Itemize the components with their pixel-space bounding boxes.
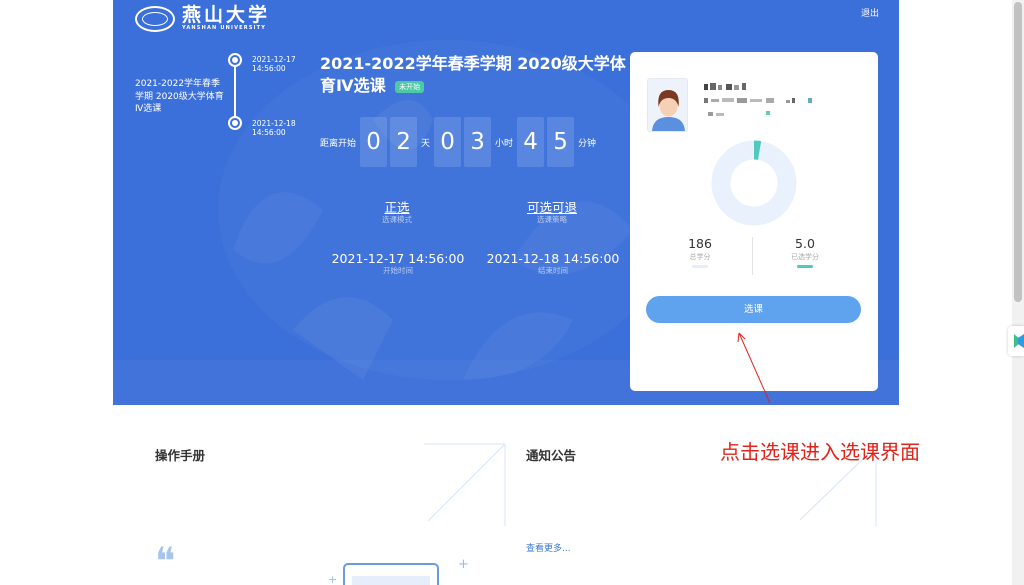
- timeline-end-date: 2021-12-18: [252, 119, 296, 128]
- start-time-label: 开始时间: [383, 266, 413, 275]
- university-logo[interactable]: 燕山大学 YANSHAN UNIVERSITY: [135, 5, 270, 32]
- student-avatar-icon: [648, 79, 687, 131]
- selection-strategy-label: 选课策略: [537, 215, 567, 224]
- course-title: 2021-2022学年春季学期 2020级大学体育Ⅳ选课 未开始: [320, 53, 626, 97]
- svg-text:+: +: [458, 557, 469, 572]
- timeline-end-time: 14:56:00: [252, 128, 286, 137]
- selected-credits-value: 5.0: [795, 236, 815, 251]
- total-credits-stat: 186 总学分: [665, 236, 735, 268]
- countdown-digit: 5: [547, 117, 575, 167]
- total-credits-value: 186: [688, 236, 712, 251]
- scrollbar-thumb[interactable]: [1014, 2, 1022, 302]
- hero-banner: 燕山大学 YANSHAN UNIVERSITY 退出 2021-12-17 14…: [113, 0, 899, 405]
- page-scrollbar[interactable]: [1012, 0, 1024, 585]
- timeline-end-dot-icon: [228, 116, 242, 130]
- status-badge: 未开始: [395, 80, 425, 93]
- selected-credits-bar: [797, 265, 813, 268]
- student-info-masked: [704, 83, 812, 116]
- selection-strategy: 可选可退 选课策略: [490, 200, 614, 225]
- end-time-value: 2021-12-18 14:56:00: [486, 251, 620, 266]
- view-more-link[interactable]: 查看更多...: [526, 541, 571, 554]
- selection-mode: 正选 选课模式: [335, 200, 459, 225]
- selection-mode-value: 正选: [384, 200, 410, 215]
- annotation-text: 点击选课进入选课界面: [720, 440, 920, 464]
- countdown-digit: 4: [517, 117, 545, 167]
- timeline-start-dot-icon: [228, 53, 242, 67]
- timeline-start-date: 2021-12-17: [252, 55, 296, 64]
- selection-mode-label: 选课模式: [382, 215, 412, 224]
- svg-text:+: +: [328, 573, 337, 585]
- stat-divider: [752, 237, 753, 275]
- timeline-end-datetime: 2021-12-18 14:56:00: [252, 119, 296, 137]
- timeline-start-datetime: 2021-12-17 14:56:00: [252, 55, 296, 73]
- timeline-course-name[interactable]: 2021-2022学年春季学期 2020级大学体育Ⅳ选课: [135, 78, 227, 116]
- start-time-value: 2021-12-17 14:56:00: [331, 251, 465, 266]
- total-credits-label: 总学分: [689, 253, 711, 261]
- end-time-label: 结束时间: [538, 266, 568, 275]
- countdown-prefix: 距离开始: [320, 138, 357, 149]
- logo-english-name: YANSHAN UNIVERSITY: [182, 25, 267, 31]
- selection-timeline: 2021-12-17 14:56:00 2021-12-18 14:56:00 …: [135, 52, 315, 142]
- credit-ring-chart: [711, 140, 797, 226]
- countdown-minute-unit: 分钟: [578, 138, 597, 149]
- select-course-button[interactable]: 选课: [646, 296, 861, 323]
- countdown-timer: 距离开始 0 2 天 0 3 小时 4 5 分钟: [320, 117, 600, 167]
- course-title-text: 2021-2022学年春季学期 2020级大学体育Ⅳ选课: [320, 54, 626, 95]
- selected-credits-label: 已选学分: [791, 253, 819, 261]
- countdown-digit: 2: [390, 117, 418, 167]
- timeline-line: [234, 66, 236, 118]
- countdown-hour-unit: 小时: [495, 138, 514, 149]
- credit-ring-track: [711, 140, 797, 226]
- page: 燕山大学 YANSHAN UNIVERSITY 退出 2021-12-17 14…: [0, 0, 1024, 585]
- end-time: 2021-12-18 14:56:00 结束时间: [485, 251, 621, 276]
- logout-link[interactable]: 退出: [861, 6, 879, 19]
- total-credits-bar: [692, 265, 708, 268]
- timeline-start-time: 14:56:00: [252, 64, 286, 73]
- logo-chinese-name: 燕山大学: [182, 4, 271, 26]
- countdown-day-unit: 天: [421, 138, 431, 149]
- notice-section-title: 通知公告: [526, 448, 577, 463]
- selected-credits-stat: 5.0 已选学分: [770, 236, 840, 268]
- countdown-digit: 3: [464, 117, 492, 167]
- manual-section-title: 操作手册: [155, 448, 206, 463]
- selection-strategy-value: 可选可退: [526, 200, 577, 215]
- annotation-arrow-icon: [737, 332, 771, 404]
- countdown-digit: 0: [360, 117, 388, 167]
- start-time: 2021-12-17 14:56:00 开始时间: [330, 251, 466, 276]
- university-seal-icon: [135, 5, 175, 32]
- countdown-digit: 0: [434, 117, 462, 167]
- avatar: [647, 78, 688, 132]
- side-widget-icon[interactable]: [1008, 326, 1024, 356]
- quote-icon: ❝: [155, 539, 176, 583]
